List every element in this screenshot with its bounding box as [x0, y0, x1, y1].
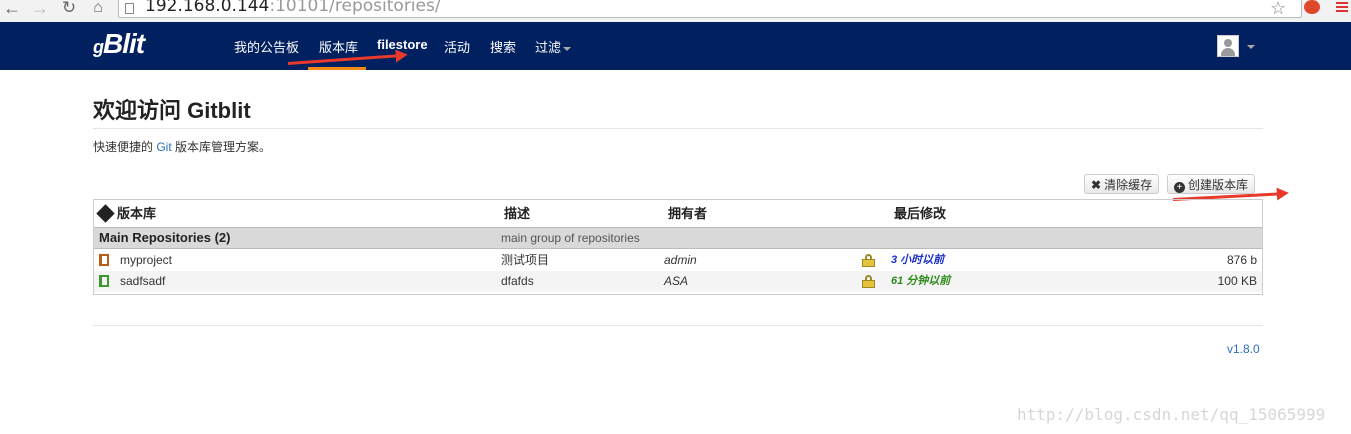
- nav-search[interactable]: 搜索: [490, 37, 516, 56]
- header-owner[interactable]: 拥有者: [668, 200, 707, 227]
- back-arrow-icon[interactable]: ←: [2, 0, 22, 18]
- header-description[interactable]: 描述: [504, 200, 530, 227]
- tagline-text: 快速便捷的: [93, 140, 157, 154]
- active-tab-indicator: [308, 67, 366, 70]
- footer-divider: [93, 325, 1263, 326]
- url-path: :10101/repositories/: [269, 0, 441, 16]
- extension-icon[interactable]: [1304, 0, 1320, 14]
- logo-prefix: g: [93, 37, 104, 57]
- gitblit-logo[interactable]: gBlit: [93, 28, 145, 60]
- address-url[interactable]: 192.168.0.144:10101/repositories/: [145, 0, 441, 15]
- repository-icon: [99, 254, 109, 266]
- repository-size: 100 KB: [1217, 274, 1257, 288]
- clear-cache-button[interactable]: ✖ 清除缓存: [1084, 174, 1160, 194]
- user-avatar[interactable]: [1217, 35, 1239, 57]
- nav-filters-label: 过滤: [535, 40, 562, 55]
- repositories-table: 版本库 描述 拥有者 最后修改 Main Repositories (2) ma…: [93, 199, 1263, 295]
- bookmark-star-icon[interactable]: ☆: [1270, 0, 1286, 19]
- repository-owner[interactable]: ASA: [664, 271, 688, 292]
- repository-owner[interactable]: admin: [664, 250, 697, 271]
- repository-name[interactable]: sadfsadf: [120, 271, 165, 292]
- create-repository-button[interactable]: + 创建版本库: [1167, 174, 1256, 194]
- nav-activity[interactable]: 活动: [444, 37, 470, 56]
- repository-icon: [99, 275, 109, 287]
- create-repository-label: 创建版本库: [1188, 178, 1249, 192]
- last-change: 61 分钟以前: [891, 275, 951, 287]
- header-repository-label: 版本库: [117, 206, 157, 221]
- nav-repositories[interactable]: 版本库: [319, 37, 358, 56]
- tagline: 快速便捷的 Git 版本库管理方案。: [93, 138, 271, 155]
- version-link[interactable]: v1.8.0: [1227, 342, 1260, 356]
- clear-cache-label: 清除缓存: [1104, 178, 1153, 192]
- divider: [93, 128, 1263, 129]
- chevron-down-icon: [563, 46, 572, 51]
- repository-description: dfafds: [501, 274, 534, 288]
- user-menu-chevron-icon[interactable]: [1247, 45, 1255, 49]
- git-link[interactable]: Git: [156, 140, 171, 154]
- reload-icon[interactable]: ↻: [59, 0, 79, 18]
- browser-toolbar: ← → ↻ ⌂ 192.168.0.144:10101/repositories…: [0, 0, 1351, 23]
- logo-text: Blit: [103, 28, 145, 59]
- plus-circle-icon: +: [1174, 182, 1185, 193]
- lock-icon: [862, 254, 875, 267]
- nav-my-dashboard[interactable]: 我的公告板: [234, 37, 299, 56]
- nav-filters[interactable]: 过滤: [535, 37, 572, 56]
- top-navbar: gBlit 我的公告板 版本库 filestore 活动 搜索 过滤: [0, 22, 1351, 70]
- repository-group-row: Main Repositories (2) main group of repo…: [94, 227, 1262, 249]
- last-change: 3 小时以前: [891, 254, 945, 266]
- home-icon[interactable]: ⌂: [88, 0, 108, 18]
- page-title: 欢迎访问 Gitblit: [93, 98, 251, 123]
- watermark: http://blog.csdn.net/qq_15065999: [1017, 405, 1326, 424]
- address-bar[interactable]: 192.168.0.144:10101/repositories/: [118, 0, 1302, 18]
- repository-name[interactable]: myproject: [120, 250, 172, 271]
- tagline-text-end: 版本库管理方案。: [171, 140, 272, 154]
- browser-menu-icon[interactable]: [1336, 0, 1348, 14]
- forward-arrow-icon[interactable]: →: [30, 0, 50, 18]
- repository-size: 876 b: [1226, 253, 1257, 267]
- url-host: 192.168.0.144: [145, 0, 270, 16]
- header-last-change[interactable]: 最后修改: [894, 200, 946, 227]
- git-icon: [96, 204, 115, 223]
- close-icon: ✖: [1091, 178, 1102, 192]
- header-repository[interactable]: 版本库: [94, 200, 156, 227]
- table-row: myproject 测试项目 admin 3 小时以前 876 b: [94, 250, 1262, 271]
- page-icon: [125, 3, 134, 14]
- group-name[interactable]: Main Repositories (2): [99, 228, 230, 248]
- table-row: sadfsadf dfafds ASA 61 分钟以前 100 KB: [94, 271, 1262, 292]
- lock-icon: [862, 275, 875, 288]
- group-description: main group of repositories: [501, 231, 640, 245]
- repository-description: 测试项目: [501, 253, 550, 267]
